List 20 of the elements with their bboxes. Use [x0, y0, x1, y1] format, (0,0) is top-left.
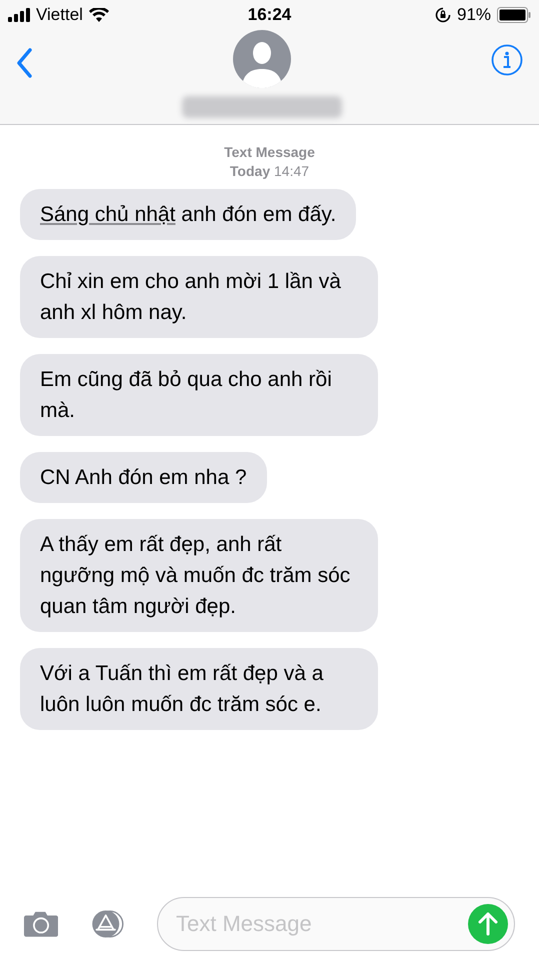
message-bubble: A thấy em rất đẹp, anh rất ngưỡng mộ và muốn đc trăm sóc quan tâm người đẹp.: [20, 519, 378, 632]
date-link[interactable]: Sáng chủ nhật: [40, 203, 176, 226]
back-icon[interactable]: [16, 48, 32, 78]
battery-icon: [497, 7, 532, 23]
message-bubble: Sáng chủ nhật anh đón em đấy.: [20, 189, 356, 240]
wifi-icon: [88, 8, 109, 22]
service-label: Text Message: [224, 143, 315, 162]
battery-percent: 91%: [456, 5, 492, 25]
message-bubble: Em cũng đã bỏ qua cho anh rồi mà.: [20, 354, 378, 436]
message-bubble: CN Anh đón em nha ?: [20, 452, 267, 503]
message-bubble: Chỉ xin em cho anh mời 1 lần và anh xl hôm nay.: [20, 256, 378, 338]
message-bubble: Với a Tuấn thì em rất đẹp và a luôn luôn muốn đc trăm sóc e.: [20, 648, 378, 730]
signal-icon: [8, 8, 30, 22]
rotation-lock-icon: [434, 7, 451, 23]
info-icon[interactable]: [491, 44, 523, 76]
send-icon[interactable]: [468, 904, 508, 944]
avatar-icon[interactable]: [232, 30, 290, 88]
message-timestamp: Today 14:47: [230, 162, 310, 181]
carrier-name: Viettel: [36, 5, 83, 25]
clock-time: 16:24: [248, 5, 292, 25]
